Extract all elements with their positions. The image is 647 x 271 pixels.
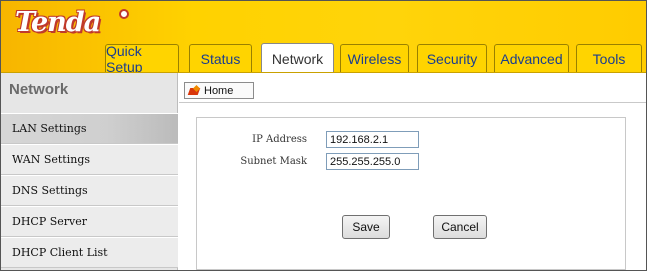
save-button[interactable]: Save	[342, 215, 390, 239]
cancel-button[interactable]: Cancel	[433, 215, 487, 239]
tab-network[interactable]: Network	[261, 43, 334, 73]
home-button-label: Home	[204, 84, 234, 97]
main-content: Home IP Address 192.168.2.1 Subnet Mask …	[179, 73, 646, 270]
sidebar-item-dhcp-server[interactable]: DHCP Server	[1, 206, 178, 237]
subnet-mask-input[interactable]: 255.255.255.0	[326, 153, 419, 170]
home-icon	[189, 86, 201, 96]
logo-mark-icon	[119, 9, 129, 19]
ip-address-input[interactable]: 192.168.2.1	[326, 131, 419, 148]
sidebar-item-wan-settings[interactable]: WAN Settings	[1, 144, 178, 175]
sidebar-item-lan-settings[interactable]: LAN Settings	[1, 113, 178, 144]
tab-tools[interactable]: Tools	[576, 44, 642, 73]
tab-advanced[interactable]: Advanced	[494, 44, 569, 73]
lan-settings-form: IP Address 192.168.2.1 Subnet Mask 255.2…	[196, 117, 626, 270]
brand-logo: Tenda	[15, 7, 101, 38]
breadcrumb: Home	[179, 73, 646, 103]
tab-security[interactable]: Security	[417, 44, 487, 73]
sidebar-item-dns-settings[interactable]: DNS Settings	[1, 175, 178, 206]
ip-address-label: IP Address	[252, 134, 307, 145]
subnet-mask-label: Subnet Mask	[240, 156, 307, 167]
home-button[interactable]: Home	[184, 82, 254, 99]
router-admin-window: Tenda Quick Setup Status Network Wireles…	[0, 0, 647, 271]
top-nav-tabs: Quick Setup Status Network Wireless Secu…	[1, 43, 646, 75]
sidebar-title: Network	[9, 81, 69, 98]
header-bar: Tenda Quick Setup Status Network Wireles…	[1, 1, 646, 75]
tab-quick-setup[interactable]: Quick Setup	[105, 43, 179, 75]
tab-status[interactable]: Status	[189, 44, 252, 73]
tab-wireless[interactable]: Wireless	[340, 44, 409, 73]
sidebar-item-dhcp-client-list[interactable]: DHCP Client List	[1, 237, 178, 268]
sidebar: Network LAN Settings WAN Settings DNS Se…	[1, 73, 178, 270]
